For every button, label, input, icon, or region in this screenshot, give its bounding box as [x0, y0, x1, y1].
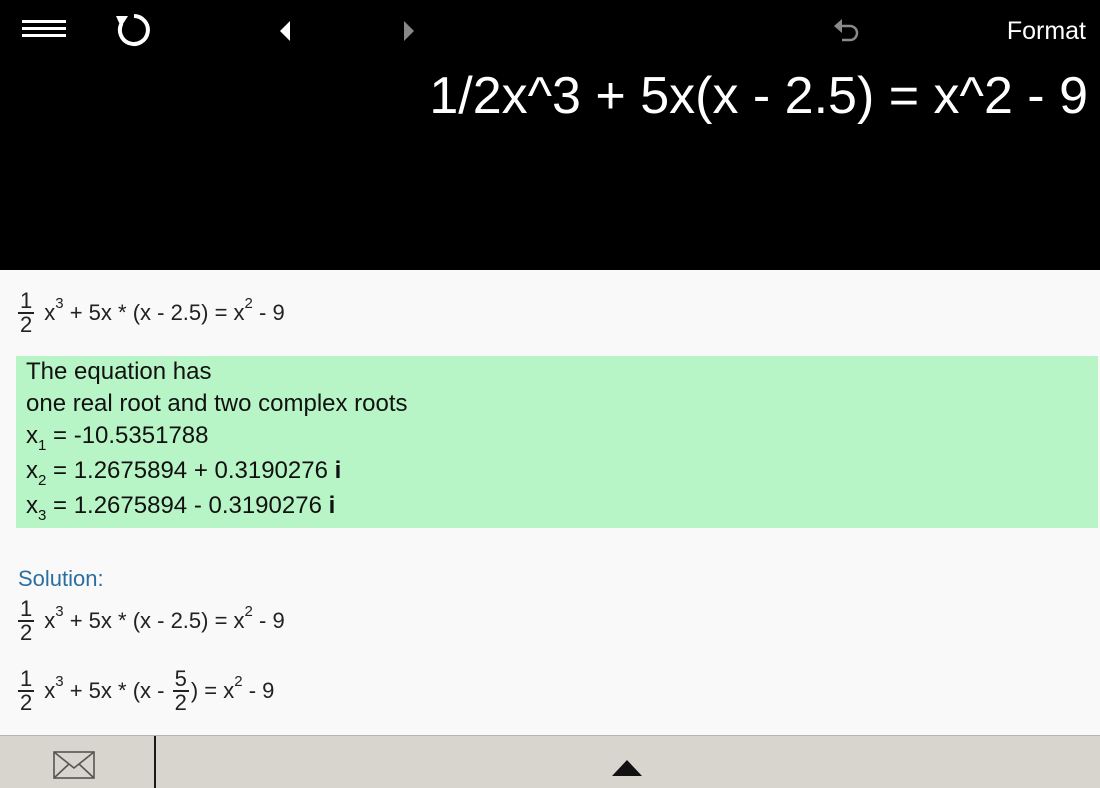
- result-box: The equation has one real root and two c…: [16, 356, 1098, 528]
- expression-input[interactable]: 1/2x^3 + 5x(x - 2.5) = x^2 - 9: [429, 62, 1088, 130]
- root-x2: x2 = 1.2675894 + 0.3190276 i: [26, 457, 342, 489]
- mail-icon[interactable]: [52, 750, 98, 780]
- fraction: 1 2: [18, 596, 35, 645]
- fraction: 5 2: [172, 666, 189, 715]
- equation-display: 1 2 x3 + 5x * (x - 2.5) = x2 - 9: [18, 288, 285, 337]
- root-x3: x3 = 1.2675894 - 0.3190276 i: [26, 492, 336, 524]
- reload-icon[interactable]: [112, 8, 156, 52]
- fraction: 1 2: [18, 666, 35, 715]
- menu-icon[interactable]: [22, 18, 66, 40]
- fraction: 1 2: [18, 288, 35, 337]
- result-summary-line1: The equation has: [26, 358, 212, 385]
- header-bar: Format 1/2x^3 + 5x(x - 2.5) = x^2 - 9: [0, 0, 1100, 270]
- solution-step-2: 1 2 x3 + 5x * (x - 5 2 ) = x2 - 9: [18, 666, 275, 715]
- solution-step-1: 1 2 x3 + 5x * (x - 2.5) = x2 - 9: [18, 596, 285, 645]
- left-arrow-icon[interactable]: [272, 16, 300, 46]
- expand-up-icon[interactable]: [610, 758, 644, 778]
- undo-icon[interactable]: [830, 14, 864, 48]
- solution-label: Solution:: [18, 566, 104, 591]
- footer-divider: [154, 736, 156, 788]
- format-button[interactable]: Format: [960, 14, 1086, 48]
- result-panel: 1 2 x3 + 5x * (x - 2.5) = x2 - 9 The equ…: [0, 270, 1100, 735]
- footer-bar: [0, 735, 1100, 788]
- root-x1: x1 = -10.5351788: [26, 422, 209, 454]
- result-summary-line2: one real root and two complex roots: [26, 390, 408, 417]
- right-arrow-icon[interactable]: [396, 16, 424, 46]
